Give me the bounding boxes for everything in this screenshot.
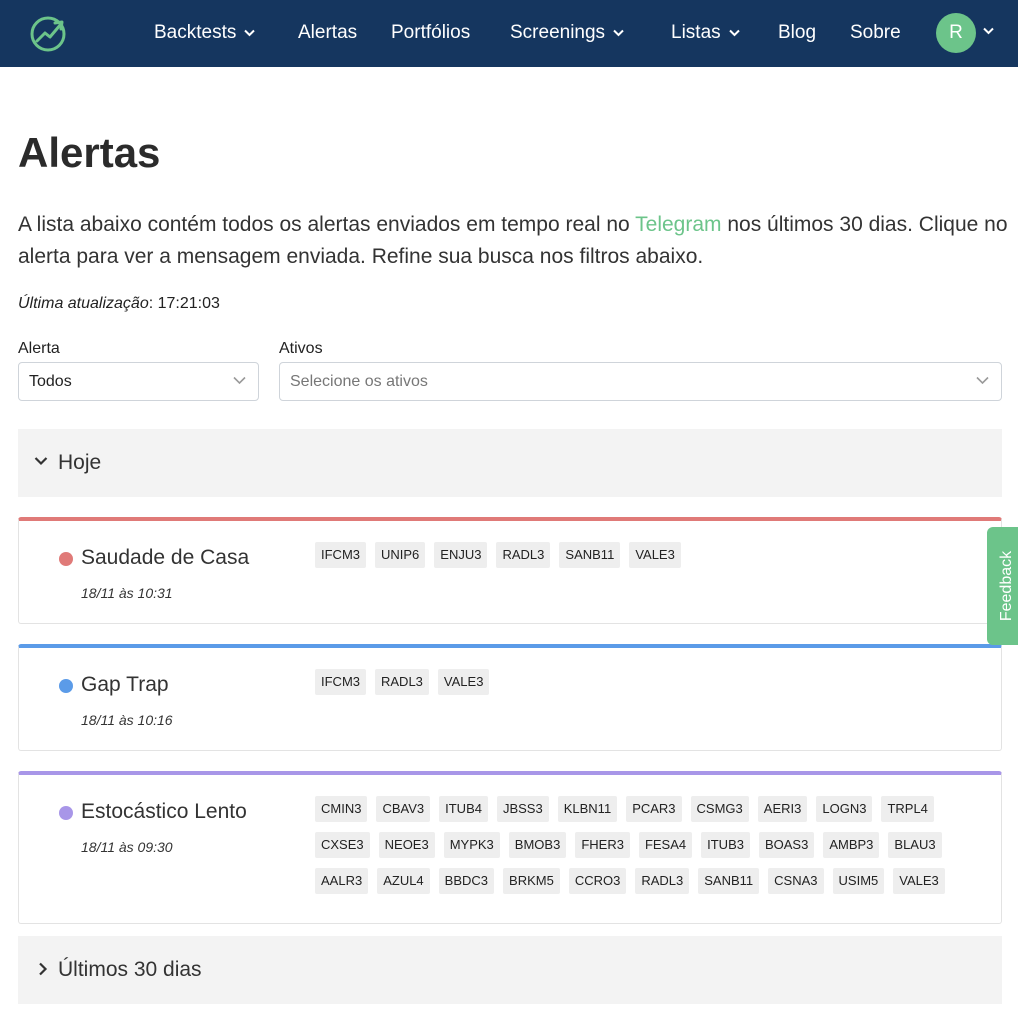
ticker-tag[interactable]: LOGN3 bbox=[816, 796, 873, 822]
ticker-tag[interactable]: USIM5 bbox=[832, 868, 885, 894]
ticker-tag[interactable]: AALR3 bbox=[315, 868, 369, 894]
alert-status-dot bbox=[59, 552, 73, 566]
nav-alertas[interactable]: Alertas bbox=[298, 20, 357, 46]
ticker-tag[interactable]: IFCM3 bbox=[315, 542, 366, 568]
ticker-tag[interactable]: CCRO3 bbox=[568, 868, 627, 894]
ticker-tag[interactable]: FHER3 bbox=[575, 832, 630, 858]
nav-backtests[interactable]: Backtests bbox=[154, 20, 256, 46]
alert-card-saudade-de-casa[interactable]: Saudade de Casa 18/11 às 10:31 IFCM3 UNIP… bbox=[18, 517, 1002, 624]
ticker-tag[interactable]: VALE3 bbox=[629, 542, 681, 568]
ticker-tag[interactable]: CSNA3 bbox=[768, 868, 824, 894]
chevron-down-icon bbox=[34, 457, 48, 466]
ticker-tag[interactable]: CBAV3 bbox=[376, 796, 431, 822]
alert-filter-select[interactable]: Todos bbox=[18, 362, 259, 401]
ticker-tag[interactable]: VALE3 bbox=[893, 868, 945, 894]
alert-time: 18/11 às 09:30 bbox=[81, 839, 173, 855]
nav-sobre-label: Sobre bbox=[850, 22, 901, 43]
alert-time: 18/11 às 10:31 bbox=[81, 585, 173, 601]
ticker-tag[interactable]: JBSS3 bbox=[496, 796, 549, 822]
feedback-label: Feedback bbox=[998, 550, 1015, 622]
telegram-link[interactable]: Telegram bbox=[635, 213, 721, 236]
alert-filter-value: Todos bbox=[29, 373, 72, 390]
nav-listas-label: Listas bbox=[671, 22, 721, 43]
nav-screenings-label: Screenings bbox=[510, 22, 606, 43]
feedback-tab[interactable]: Feedback bbox=[987, 527, 1018, 645]
ticker-tag[interactable]: TRPL4 bbox=[881, 796, 934, 822]
assets-filter-label: Ativos bbox=[279, 340, 323, 357]
group-last30-label: Últimos 30 dias bbox=[58, 958, 202, 981]
ticker-list: IFCM3 UNIP6 ENJU3 RADL3 SANB11 VALE3 bbox=[315, 542, 975, 568]
top-navbar: Backtests Alertas Portfólios Screenings … bbox=[0, 0, 1018, 67]
ticker-tag[interactable]: NEOE3 bbox=[378, 832, 435, 858]
alert-status-dot bbox=[59, 679, 73, 693]
nav-portfolios-label: Portfólios bbox=[391, 22, 471, 43]
alert-status-dot bbox=[59, 806, 73, 820]
user-menu-chevron-down-icon[interactable] bbox=[983, 27, 994, 35]
chevron-down-icon bbox=[728, 29, 740, 37]
ticker-tag[interactable]: AERI3 bbox=[757, 796, 808, 822]
group-today-label: Hoje bbox=[58, 451, 102, 474]
alert-card-estocastico-lento[interactable]: Estocástico Lento 18/11 às 09:30 CMIN3 CB… bbox=[18, 771, 1002, 924]
alert-filter-label: Alerta bbox=[18, 340, 60, 357]
ticker-list: CMIN3 CBAV3 ITUB4 JBSS3 KLBN11 PCAR3 CSMG3 AERI… bbox=[315, 796, 975, 894]
ticker-tag[interactable]: MYPK3 bbox=[443, 832, 500, 858]
group-last30-header[interactable]: Últimos 30 dias bbox=[18, 936, 1002, 1004]
page-intro: A lista abaixo contém todos os alertas e… bbox=[18, 209, 1008, 273]
ticker-tag[interactable]: PCAR3 bbox=[626, 796, 682, 822]
nav-alertas-label: Alertas bbox=[298, 22, 358, 43]
ticker-tag[interactable]: CXSE3 bbox=[315, 832, 370, 858]
ticker-tag[interactable]: BOAS3 bbox=[758, 832, 815, 858]
logo-trend-icon[interactable] bbox=[28, 14, 68, 52]
alert-time: 18/11 às 10:16 bbox=[81, 712, 173, 728]
nav-listas[interactable]: Listas bbox=[671, 20, 740, 46]
intro-text-start: A lista abaixo contém todos os alertas e… bbox=[18, 213, 636, 236]
nav-portfolios[interactable]: Portfólios bbox=[391, 20, 470, 46]
ticker-tag[interactable]: ITUB3 bbox=[701, 832, 750, 858]
user-avatar[interactable]: R bbox=[936, 13, 976, 53]
last-update-separator: : bbox=[148, 295, 158, 312]
ticker-tag[interactable]: CMIN3 bbox=[315, 796, 368, 822]
assets-filter-placeholder: Selecione os ativos bbox=[290, 373, 428, 390]
ticker-tag[interactable]: AZUL4 bbox=[377, 868, 430, 894]
alert-title: Saudade de Casa bbox=[81, 546, 250, 569]
ticker-tag[interactable]: CSMG3 bbox=[690, 796, 749, 822]
assets-filter-select[interactable]: Selecione os ativos bbox=[279, 362, 1002, 401]
ticker-tag[interactable]: FESA4 bbox=[638, 832, 693, 858]
ticker-tag[interactable]: UNIP6 bbox=[375, 542, 426, 568]
nav-backtests-label: Backtests bbox=[154, 22, 237, 43]
ticker-tag[interactable]: BRKM5 bbox=[503, 868, 560, 894]
ticker-tag[interactable]: KLBN11 bbox=[557, 796, 618, 822]
nav-sobre[interactable]: Sobre bbox=[850, 20, 901, 46]
last-update-label: Última atualização bbox=[18, 295, 149, 312]
chevron-down-icon bbox=[613, 29, 624, 37]
ticker-tag[interactable]: IFCM3 bbox=[315, 669, 366, 695]
chevron-right-icon bbox=[39, 962, 48, 976]
ticker-tag[interactable]: RADL3 bbox=[375, 669, 429, 695]
alert-card-gap-trap[interactable]: Gap Trap 18/11 às 10:16 IFCM3 RADL3 VALE3 bbox=[18, 644, 1002, 751]
ticker-tag[interactable]: RADL3 bbox=[496, 542, 551, 568]
ticker-list: IFCM3 RADL3 VALE3 bbox=[315, 669, 975, 695]
alert-title: Estocástico Lento bbox=[81, 800, 247, 823]
nav-blog[interactable]: Blog bbox=[778, 20, 816, 46]
ticker-tag[interactable]: SANB11 bbox=[559, 542, 621, 568]
nav-blog-label: Blog bbox=[778, 22, 817, 43]
page-title: Alertas bbox=[18, 129, 161, 176]
ticker-tag[interactable]: BLAU3 bbox=[888, 832, 942, 858]
last-update: Última atualização: 17:21:03 bbox=[18, 293, 220, 315]
ticker-tag[interactable]: VALE3 bbox=[437, 669, 490, 695]
ticker-tag[interactable]: BBDC3 bbox=[438, 868, 495, 894]
chevron-down-icon bbox=[244, 29, 256, 37]
group-today-header[interactable]: Hoje bbox=[18, 429, 1002, 497]
ticker-tag[interactable]: BMOB3 bbox=[508, 832, 567, 858]
alert-title: Gap Trap bbox=[81, 673, 169, 696]
last-update-time: 17:21:03 bbox=[157, 295, 220, 312]
chevron-down-icon bbox=[976, 376, 989, 385]
chevron-down-icon bbox=[233, 376, 246, 385]
ticker-tag[interactable]: SANB11 bbox=[698, 868, 760, 894]
ticker-tag[interactable]: AMBP3 bbox=[823, 832, 880, 858]
nav-screenings[interactable]: Screenings bbox=[510, 20, 624, 46]
ticker-tag[interactable]: ITUB4 bbox=[439, 796, 488, 822]
ticker-tag[interactable]: RADL3 bbox=[635, 868, 690, 894]
ticker-tag[interactable]: ENJU3 bbox=[434, 542, 488, 568]
